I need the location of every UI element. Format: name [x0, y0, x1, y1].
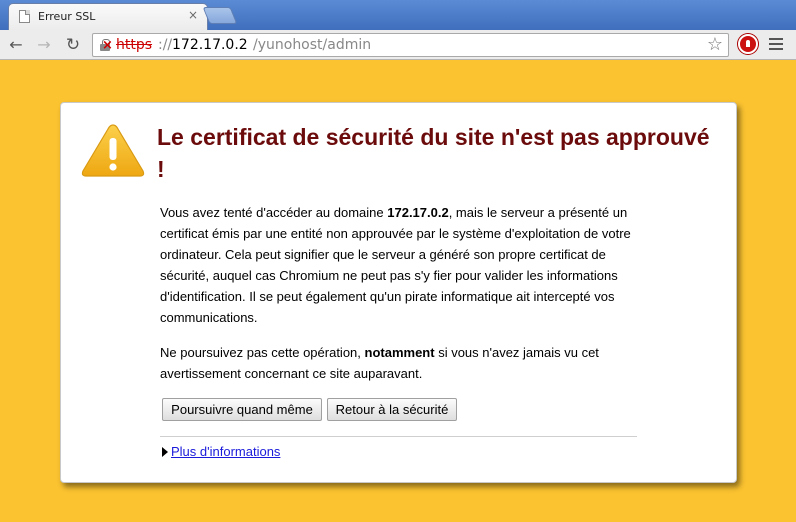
- url-path: /yunohost/admin: [253, 37, 372, 53]
- tab-ssl-error[interactable]: Erreur SSL ×: [8, 3, 208, 30]
- reload-button[interactable]: ↻: [62, 34, 84, 56]
- tab-strip: Erreur SSL ×: [0, 0, 796, 30]
- error-warning-text: Ne poursuivez pas cette opération, notam…: [160, 342, 640, 384]
- proceed-anyway-button[interactable]: Poursuivre quand même: [162, 398, 322, 421]
- toolbar: ← → ↻ × https :// 172.17.0.2 /yunohost/a…: [0, 30, 796, 60]
- warning-triangle-icon: [81, 124, 145, 177]
- more-info-link[interactable]: Plus d'informations: [171, 444, 280, 459]
- back-to-safety-button[interactable]: Retour à la sécurité: [327, 398, 457, 421]
- new-tab-button[interactable]: [202, 7, 238, 24]
- lock-error-mark: ×: [102, 38, 113, 53]
- address-bar[interactable]: × https :// 172.17.0.2 /yunohost/admin ☆: [92, 33, 729, 57]
- divider: [160, 436, 637, 437]
- url-scheme: https: [116, 37, 153, 53]
- adblock-icon[interactable]: [738, 34, 758, 54]
- warning-emphasis: notamment: [364, 345, 435, 360]
- description-part-2: , mais le serveur a présenté un certific…: [160, 205, 631, 325]
- menu-icon[interactable]: [769, 38, 783, 50]
- error-description: Vous avez tenté d'accéder au domaine 172…: [160, 202, 640, 328]
- error-title: Le certificat de sécurité du site n'est …: [157, 124, 710, 182]
- warning-part-1: Ne poursuivez pas cette opération,: [160, 345, 365, 360]
- tab-close-icon[interactable]: ×: [188, 8, 198, 22]
- tab-title: Erreur SSL: [38, 10, 96, 23]
- expand-arrow-icon[interactable]: [162, 447, 168, 457]
- domain-name: 172.17.0.2: [387, 205, 449, 220]
- url-host: 172.17.0.2: [172, 37, 248, 53]
- url-separator: ://: [158, 37, 173, 53]
- description-part-1: Vous avez tenté d'accéder au domaine: [160, 205, 388, 220]
- forward-button[interactable]: →: [33, 34, 55, 56]
- star-icon[interactable]: ☆: [707, 35, 723, 55]
- page-icon: [19, 10, 30, 23]
- back-button[interactable]: ←: [5, 34, 27, 56]
- ssl-error-card: Le certificat de sécurité du site n'est …: [60, 102, 737, 483]
